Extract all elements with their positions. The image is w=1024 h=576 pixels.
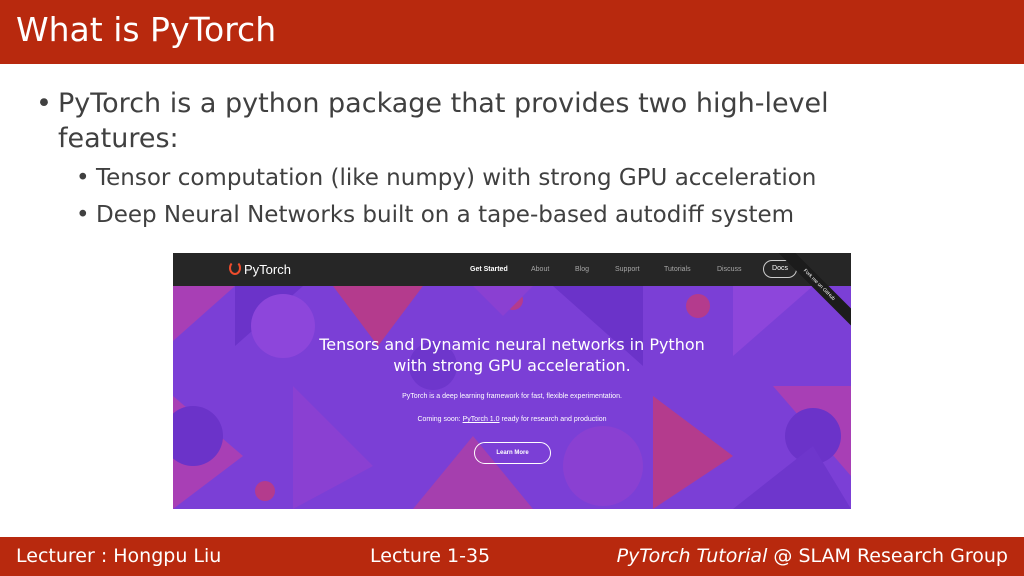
website-navbar: PyTorch Get Started About Blog Support T…	[173, 253, 851, 286]
hero-heading-line1: Tensors and Dynamic neural networks in P…	[319, 335, 705, 354]
footer-lecturer: Lecturer : Hongpu Liu	[16, 545, 222, 567]
hero-heading-line2: with strong GPU acceleration.	[393, 356, 631, 375]
bullet-sub-1-text: Tensor computation (like numpy) with str…	[96, 165, 817, 191]
footer-bar: Lecturer : Hongpu Liu Lecture 1-35 PyTor…	[0, 537, 1024, 576]
nav-blog[interactable]: Blog	[575, 265, 589, 274]
nav-get-started[interactable]: Get Started	[470, 265, 508, 274]
nav-discuss[interactable]: Discuss	[717, 265, 742, 274]
coming-prefix: Coming soon:	[417, 416, 463, 423]
bullet-dot: •	[36, 88, 52, 119]
hero-heading: Tensors and Dynamic neural networks in P…	[173, 334, 851, 376]
bullet-dot: •	[76, 165, 90, 191]
logo-text: PyTorch	[244, 262, 291, 277]
pytorch-1-link[interactable]: PyTorch 1.0	[463, 416, 500, 423]
slide-title: What is PyTorch	[16, 10, 277, 49]
flame-icon	[229, 261, 241, 275]
coming-suffix: ready for research and production	[499, 416, 607, 423]
footer-course-rest: @ SLAM Research Group	[767, 545, 1008, 567]
hero-description: PyTorch is a deep learning framework for…	[402, 393, 622, 400]
bullet-sub-2-text: Deep Neural Networks built on a tape-bas…	[96, 202, 795, 228]
pytorch-website-screenshot: PyTorch Get Started About Blog Support T…	[173, 253, 851, 509]
footer-course: PyTorch Tutorial @ SLAM Research Group	[617, 537, 1008, 576]
bullet-dot: •	[76, 202, 90, 228]
title-bar: What is PyTorch	[0, 0, 1024, 64]
nav-tutorials[interactable]: Tutorials	[664, 265, 691, 274]
bullet-main-text: PyTorch is a python package that provide…	[58, 88, 829, 154]
footer-lecture-number: Lecture 1-35	[370, 545, 491, 567]
hero-section: Tensors and Dynamic neural networks in P…	[173, 286, 851, 509]
nav-about[interactable]: About	[531, 265, 549, 274]
nav-support[interactable]: Support	[615, 265, 640, 274]
pytorch-logo[interactable]: PyTorch	[229, 261, 291, 278]
learn-more-button[interactable]: Learn More	[474, 442, 551, 464]
footer-course-italic: PyTorch Tutorial	[616, 545, 768, 567]
hero-coming-soon: Coming soon: PyTorch 1.0 ready for resea…	[173, 415, 851, 424]
